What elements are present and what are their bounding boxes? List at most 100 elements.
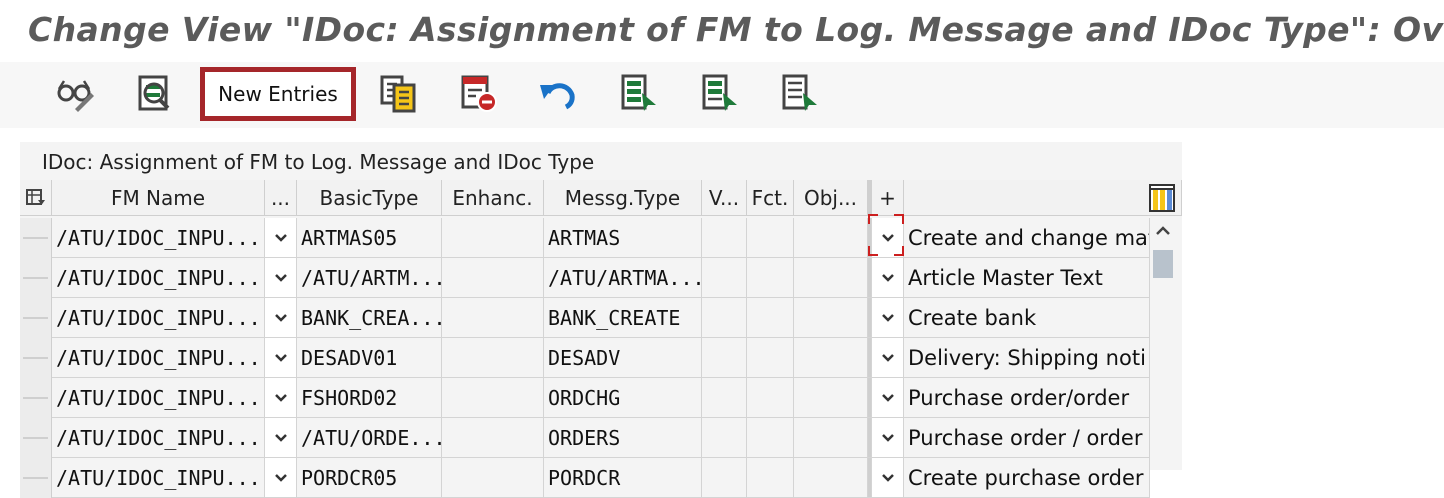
column-header-ellipsis[interactable]: ... <box>265 180 297 216</box>
cell-basic-type[interactable]: PORDCR05 <box>297 458 442 498</box>
cell-description[interactable]: Article Master Text <box>904 258 1150 298</box>
cell-basic-type[interactable]: FSHORD02 <box>297 378 442 418</box>
scrollbar-thumb[interactable] <box>1153 250 1173 278</box>
cell-basic-type[interactable]: ARTMAS05 <box>297 218 442 258</box>
cell-basic-type[interactable]: /ATU/ORDE... <box>297 418 442 458</box>
cell-enhancement[interactable] <box>442 338 544 378</box>
dropdown-chevron-icon[interactable] <box>265 458 297 498</box>
cell-basic-type[interactable]: /ATU/ARTM... <box>297 258 442 298</box>
dropdown-chevron-icon[interactable] <box>872 298 904 338</box>
cell-fm-name[interactable]: /ATU/IDOC_INPU... <box>52 298 265 338</box>
row-selector[interactable] <box>20 458 52 498</box>
cell-variant[interactable] <box>702 378 747 418</box>
cell-function[interactable] <box>747 218 794 258</box>
row-selector[interactable] <box>20 378 52 418</box>
cell-description[interactable]: Purchase order / order <box>904 418 1150 458</box>
row-selector[interactable] <box>20 298 52 338</box>
cell-message-type[interactable]: DESADV <box>544 338 702 378</box>
dropdown-chevron-icon[interactable] <box>872 378 904 418</box>
display-change-icon[interactable] <box>54 72 96 114</box>
cell-description[interactable]: Purchase order/order <box>904 378 1150 418</box>
cell-variant[interactable] <box>702 338 747 378</box>
cell-message-type[interactable]: PORDCR <box>544 458 702 498</box>
cell-object[interactable] <box>794 458 868 498</box>
table-row[interactable]: /ATU/IDOC_INPU... BANK_CREA... BANK_CREATE… <box>20 298 1182 338</box>
dropdown-chevron-icon[interactable] <box>872 258 904 298</box>
row-selector[interactable] <box>20 218 52 258</box>
table-settings-icon[interactable] <box>20 180 52 216</box>
cell-fm-name[interactable]: /ATU/IDOC_INPU... <box>52 218 265 258</box>
cell-fm-name[interactable]: /ATU/IDOC_INPU... <box>52 418 265 458</box>
cell-variant[interactable] <box>702 298 747 338</box>
vertical-scrollbar[interactable] <box>1150 218 1176 470</box>
copy-icon[interactable] <box>377 72 419 114</box>
cell-basic-type[interactable]: BANK_CREA... <box>297 298 442 338</box>
dropdown-chevron-icon[interactable] <box>265 378 297 418</box>
cell-enhancement[interactable] <box>442 418 544 458</box>
details-icon[interactable] <box>133 72 175 114</box>
dropdown-chevron-icon[interactable] <box>872 458 904 498</box>
cell-function[interactable] <box>747 378 794 418</box>
select-all-icon[interactable] <box>617 72 659 114</box>
cell-object[interactable] <box>794 418 868 458</box>
table-row[interactable]: /ATU/IDOC_INPU... FSHORD02 ORDCHG Purchase … <box>20 378 1182 418</box>
column-layout-icon[interactable] <box>1149 183 1175 212</box>
cell-fm-name[interactable]: /ATU/IDOC_INPU... <box>52 378 265 418</box>
dropdown-chevron-icon[interactable] <box>265 218 297 258</box>
dropdown-chevron-icon[interactable] <box>265 418 297 458</box>
cell-function[interactable] <box>747 258 794 298</box>
table-row[interactable]: /ATU/IDOC_INPU... PORDCR05 PORDCR Create pu… <box>20 458 1182 498</box>
cell-object[interactable] <box>794 298 868 338</box>
cell-function[interactable] <box>747 338 794 378</box>
cell-description[interactable]: Delivery: Shipping noti <box>904 338 1150 378</box>
cell-variant[interactable] <box>702 418 747 458</box>
cell-function[interactable] <box>747 458 794 498</box>
deselect-all-icon[interactable] <box>778 72 820 114</box>
column-header-fm-name[interactable]: FM Name <box>52 180 265 216</box>
dropdown-chevron-icon[interactable] <box>265 338 297 378</box>
column-header-function[interactable]: Fct. <box>747 180 794 216</box>
cell-message-type[interactable]: ORDERS <box>544 418 702 458</box>
column-header-enhancement[interactable]: Enhanc. <box>442 180 544 216</box>
cell-description[interactable]: Create bank <box>904 298 1150 338</box>
cell-enhancement[interactable] <box>442 258 544 298</box>
table-row[interactable]: /ATU/IDOC_INPU... ARTMAS05 ARTMAS Create an… <box>20 218 1182 258</box>
cell-fm-name[interactable]: /ATU/IDOC_INPU... <box>52 338 265 378</box>
dropdown-chevron-icon[interactable] <box>265 298 297 338</box>
cell-function[interactable] <box>747 298 794 338</box>
undo-icon[interactable] <box>537 72 579 114</box>
cell-enhancement[interactable] <box>442 458 544 498</box>
column-header-message-type[interactable]: Messg.Type <box>544 180 702 216</box>
cell-message-type[interactable]: ARTMAS <box>544 218 702 258</box>
cell-enhancement[interactable] <box>442 378 544 418</box>
cell-variant[interactable] <box>702 458 747 498</box>
table-row[interactable]: /ATU/IDOC_INPU... /ATU/ARTM... /ATU/ARTMA.… <box>20 258 1182 298</box>
cell-variant[interactable] <box>702 218 747 258</box>
cell-description[interactable]: Create and change mat <box>904 218 1150 258</box>
cell-enhancement[interactable] <box>442 298 544 338</box>
cell-fm-name[interactable]: /ATU/IDOC_INPU... <box>52 258 265 298</box>
cell-fm-name[interactable]: /ATU/IDOC_INPU... <box>52 458 265 498</box>
cell-message-type[interactable]: BANK_CREATE <box>544 298 702 338</box>
column-header-basic-type[interactable]: BasicType <box>297 180 442 216</box>
dropdown-chevron-icon[interactable] <box>872 338 904 378</box>
cell-description[interactable]: Create purchase order <box>904 458 1150 498</box>
cell-message-type[interactable]: ORDCHG <box>544 378 702 418</box>
select-block-icon[interactable] <box>698 72 740 114</box>
cell-object[interactable] <box>794 338 868 378</box>
column-header-object[interactable]: Obj... <box>794 180 868 216</box>
cell-object[interactable] <box>794 378 868 418</box>
cell-variant[interactable] <box>702 258 747 298</box>
scroll-up-icon[interactable] <box>1154 224 1172 238</box>
table-row[interactable]: /ATU/IDOC_INPU... DESADV01 DESADV Delivery:… <box>20 338 1182 378</box>
row-selector[interactable] <box>20 338 52 378</box>
cell-object[interactable] <box>794 218 868 258</box>
dropdown-chevron-icon[interactable] <box>872 418 904 458</box>
cell-object[interactable] <box>794 258 868 298</box>
row-selector[interactable] <box>20 258 52 298</box>
table-row[interactable]: /ATU/IDOC_INPU... /ATU/ORDE... ORDERS Purch… <box>20 418 1182 458</box>
cell-function[interactable] <box>747 418 794 458</box>
column-header-variant[interactable]: V... <box>702 180 747 216</box>
cell-message-type[interactable]: /ATU/ARTMA... <box>544 258 702 298</box>
row-selector[interactable] <box>20 418 52 458</box>
